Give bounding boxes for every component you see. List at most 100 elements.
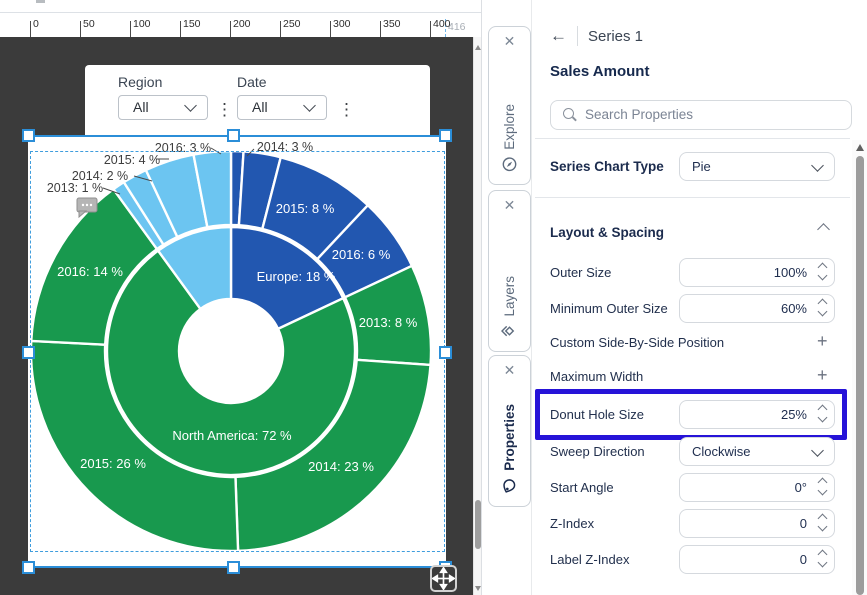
donut-hole-size-label: Donut Hole Size <box>550 400 644 430</box>
tab-layers-label: Layers <box>502 276 517 317</box>
chevron-down-icon[interactable] <box>818 522 828 532</box>
chevron-down-icon <box>811 444 824 457</box>
close-icon[interactable]: ✕ <box>504 197 516 213</box>
stepper-arrows[interactable] <box>819 264 826 279</box>
region-filter-value: All <box>133 99 149 115</box>
move-widget-button[interactable] <box>430 565 457 592</box>
divider <box>535 197 850 198</box>
minimum-outer-size-value: 60% <box>781 301 807 316</box>
start-angle-row: Start Angle 0° <box>532 473 867 503</box>
chevron-down-icon <box>303 99 316 112</box>
layout-spacing-section-header[interactable]: Layout & Spacing <box>532 218 867 248</box>
ruler-tick <box>230 21 231 37</box>
z-index-stepper[interactable]: 0 <box>679 509 835 538</box>
ruler-tick-label: 200 <box>233 18 251 30</box>
ruler-tick <box>280 21 281 37</box>
ruler-tick <box>130 21 131 37</box>
stepper-arrows[interactable] <box>819 551 826 566</box>
chevron-down-icon[interactable] <box>818 413 828 423</box>
ruler-tick <box>30 21 31 37</box>
chevron-up-icon[interactable] <box>817 223 830 236</box>
tab-explore-body: Explore <box>502 104 517 172</box>
ruler-tick-label: 100 <box>133 18 151 30</box>
label-z-index-row: Label Z-Index 0 <box>532 545 867 575</box>
horizontal-ruler: 416 050100150200250300350400 <box>0 13 481 37</box>
series-chart-type-dropdown[interactable]: Pie <box>679 152 835 181</box>
chevron-down-icon[interactable] <box>818 271 828 281</box>
layers-icon <box>501 324 518 339</box>
back-icon[interactable]: ← <box>550 26 567 46</box>
ruler-tick-label: 250 <box>283 18 301 30</box>
minimum-outer-size-row: Minimum Outer Size 60% <box>532 294 867 324</box>
selection-dashed-bounds <box>30 151 445 552</box>
minimum-outer-size-stepper[interactable]: 60% <box>679 294 835 323</box>
date-filter: Date All <box>237 74 327 120</box>
start-angle-stepper[interactable]: 0° <box>679 473 835 502</box>
selection-handle[interactable] <box>227 129 240 142</box>
ruler-tick-label: 0 <box>33 18 39 30</box>
donut-hole-size-value: 25% <box>781 407 807 422</box>
paint-drop-icon <box>502 478 517 494</box>
selection-handle[interactable] <box>22 561 35 574</box>
maximum-width-label: Maximum Width <box>550 367 643 387</box>
ruler-tick-label: 50 <box>83 18 95 30</box>
search-properties-input[interactable]: Search Properties <box>550 100 852 130</box>
panel-title: Series 1 <box>588 28 643 45</box>
outer-size-row: Outer Size 100% <box>532 258 867 288</box>
selection-handle[interactable] <box>227 561 240 574</box>
region-filter-dropdown[interactable]: All <box>118 95 208 120</box>
chevron-down-icon[interactable] <box>818 486 828 496</box>
ruler-origin-mark <box>36 0 45 3</box>
chevron-down-icon <box>184 99 197 112</box>
ruler-tick <box>380 21 381 37</box>
stepper-arrows[interactable] <box>819 406 826 421</box>
label-z-index-value: 0 <box>800 552 807 567</box>
move-arrows-icon <box>432 567 455 590</box>
plus-icon[interactable]: + <box>817 365 828 386</box>
date-filter-dropdown[interactable]: All <box>237 95 327 120</box>
tab-explore[interactable]: ✕ Explore <box>488 26 531 185</box>
region-filter-label: Region <box>118 74 208 90</box>
panel-vertical-scrollbar[interactable] <box>852 140 867 595</box>
close-icon[interactable]: ✕ <box>504 33 516 49</box>
outer-size-value: 100% <box>774 265 807 280</box>
selection-handle[interactable] <box>22 346 35 359</box>
tab-properties[interactable]: ✕ Properties <box>488 355 531 507</box>
z-index-row: Z-Index 0 <box>532 509 867 539</box>
series-name-heading: Sales Amount <box>550 63 649 80</box>
selection-handle[interactable] <box>439 129 452 142</box>
tab-properties-body: Properties <box>502 404 517 494</box>
z-index-label: Z-Index <box>550 509 594 539</box>
search-icon <box>563 108 574 119</box>
header-divider <box>577 26 578 46</box>
panel-scrollbar-thumb[interactable] <box>856 156 864 595</box>
donut-hole-size-row: Donut Hole Size 25% <box>532 400 867 430</box>
series-chart-type-row: Series Chart Type Pie <box>532 152 867 182</box>
compass-icon <box>502 157 517 172</box>
region-filter-menu-icon[interactable]: ⋮ <box>216 103 233 117</box>
date-filter-menu-icon[interactable]: ⋮ <box>338 103 355 117</box>
outer-size-stepper[interactable]: 100% <box>679 258 835 287</box>
scroll-up-icon[interactable] <box>856 144 864 151</box>
chevron-down-icon[interactable] <box>818 307 828 317</box>
chevron-down-icon[interactable] <box>818 558 828 568</box>
tab-layers-body: Layers <box>501 276 518 339</box>
sweep-direction-label: Sweep Direction <box>550 437 645 467</box>
stepper-arrows[interactable] <box>819 515 826 530</box>
stepper-arrows[interactable] <box>819 479 826 494</box>
donut-hole-size-stepper[interactable]: 25% <box>679 400 835 429</box>
filter-widget-card: Region All ⋮ Date All ⋮ <box>85 65 430 135</box>
tab-layers[interactable]: ✕ Layers <box>488 190 531 352</box>
label-z-index-stepper[interactable]: 0 <box>679 545 835 574</box>
selection-handle[interactable] <box>439 346 452 359</box>
date-filter-label: Date <box>237 74 327 90</box>
close-icon[interactable]: ✕ <box>504 362 516 378</box>
custom-side-by-side-row: Custom Side-By-Side Position + <box>532 333 867 353</box>
region-filter: Region All <box>118 74 208 120</box>
plus-icon[interactable]: + <box>817 331 828 352</box>
sweep-direction-dropdown[interactable]: Clockwise <box>679 437 835 466</box>
start-angle-value: 0° <box>795 480 807 495</box>
stepper-arrows[interactable] <box>819 300 826 315</box>
selection-handle[interactable] <box>22 129 35 142</box>
date-filter-value: All <box>252 99 268 115</box>
